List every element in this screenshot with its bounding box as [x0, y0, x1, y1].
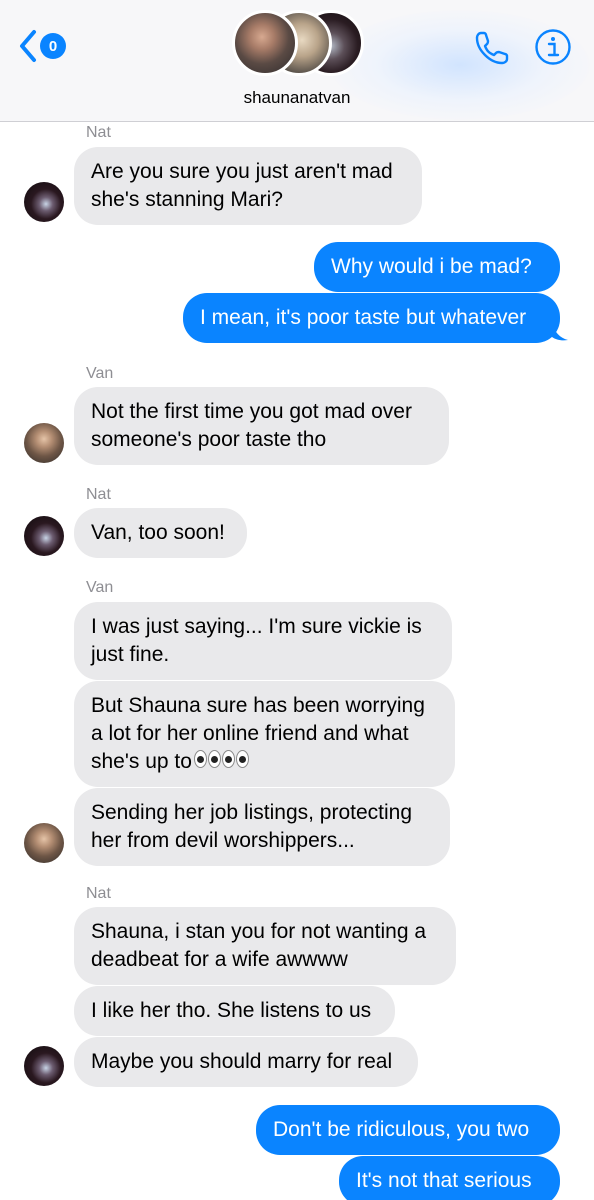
message-text: Shauna, i stan you for not wanting a	[91, 920, 427, 943]
message-text: someone's poor taste tho	[91, 428, 327, 451]
avatar[interactable]	[24, 823, 64, 863]
conversation-name[interactable]: shaunanatvan	[0, 88, 594, 108]
message-bubble-incoming[interactable]: Sending her job listings, protecting her…	[74, 788, 450, 866]
message-bubble-outgoing[interactable]: I mean, it's poor taste but whatever	[183, 293, 560, 343]
message-text: she's stanning Mari?	[91, 188, 283, 211]
bubble-tail	[552, 322, 568, 341]
message-bubble-incoming[interactable]: Are you sure you just aren't mad she's s…	[74, 147, 422, 225]
back-button[interactable]: 0	[18, 28, 74, 64]
group-avatars[interactable]	[232, 10, 364, 78]
sender-label: Van	[86, 365, 114, 382]
avatar[interactable]	[24, 1046, 64, 1086]
message-bubble-incoming[interactable]: Maybe you should marry for real	[74, 1037, 418, 1087]
chevron-left-icon	[20, 30, 36, 62]
unread-count-badge: 0	[40, 33, 66, 59]
message-bubble-outgoing[interactable]: It's not that serious	[339, 1156, 560, 1200]
message-text: But Shauna sure has been worrying	[91, 694, 425, 717]
message-text-line: she's up to	[91, 748, 438, 776]
message-text: I mean, it's poor taste but whatever	[200, 306, 527, 329]
message-text: a lot for her online friend and what	[91, 722, 409, 745]
message-bubble-incoming[interactable]: Shauna, i stan you for not wanting a dea…	[74, 907, 456, 985]
phone-icon[interactable]	[472, 28, 512, 68]
avatar[interactable]	[24, 423, 64, 463]
message-text: Not the first time you got mad over	[91, 400, 412, 423]
info-icon[interactable]	[534, 28, 572, 66]
message-bubble-incoming[interactable]: I like her tho. She listens to us	[74, 986, 395, 1036]
message-text: Don't be ridiculous, you two	[273, 1118, 530, 1141]
avatar[interactable]	[24, 516, 64, 556]
avatar[interactable]	[24, 182, 64, 222]
message-text: I like her tho. She listens to us	[91, 999, 372, 1022]
message-text: Why would i be mad?	[331, 255, 532, 278]
message-bubble-incoming[interactable]: Van, too soon!	[74, 508, 247, 558]
message-bubble-outgoing[interactable]: Don't be ridiculous, you two	[256, 1105, 560, 1155]
message-text: Are you sure you just aren't mad	[91, 160, 393, 183]
message-text: It's not that serious	[356, 1169, 532, 1192]
sender-label: Nat	[86, 124, 111, 141]
message-text: Maybe you should marry for real	[91, 1050, 393, 1073]
message-bubble-incoming[interactable]: I was just saying... I'm sure vickie is …	[74, 602, 452, 680]
message-text: just fine.	[91, 643, 170, 666]
message-bubble-outgoing[interactable]: Why would i be mad?	[314, 242, 560, 292]
message-text: Sending her job listings, protecting	[91, 801, 413, 824]
message-text: I was just saying... I'm sure vickie is	[91, 615, 422, 638]
sender-label: Van	[86, 579, 114, 596]
avatar	[232, 10, 298, 76]
conversation-header: 0 shaunanatvan	[0, 0, 594, 122]
message-text: deadbeat for a wife awwww	[91, 948, 348, 971]
message-text: her from devil worshippers...	[91, 829, 355, 852]
sender-label: Nat	[86, 486, 111, 503]
message-text: Van, too soon!	[91, 521, 225, 544]
message-bubble-incoming[interactable]: Not the first time you got mad over some…	[74, 387, 449, 465]
eyes-emoji-icon	[193, 748, 250, 776]
message-bubble-incoming[interactable]: But Shauna sure has been worrying a lot …	[74, 681, 455, 788]
sender-label: Nat	[86, 885, 111, 902]
message-text: she's up to	[91, 750, 192, 773]
